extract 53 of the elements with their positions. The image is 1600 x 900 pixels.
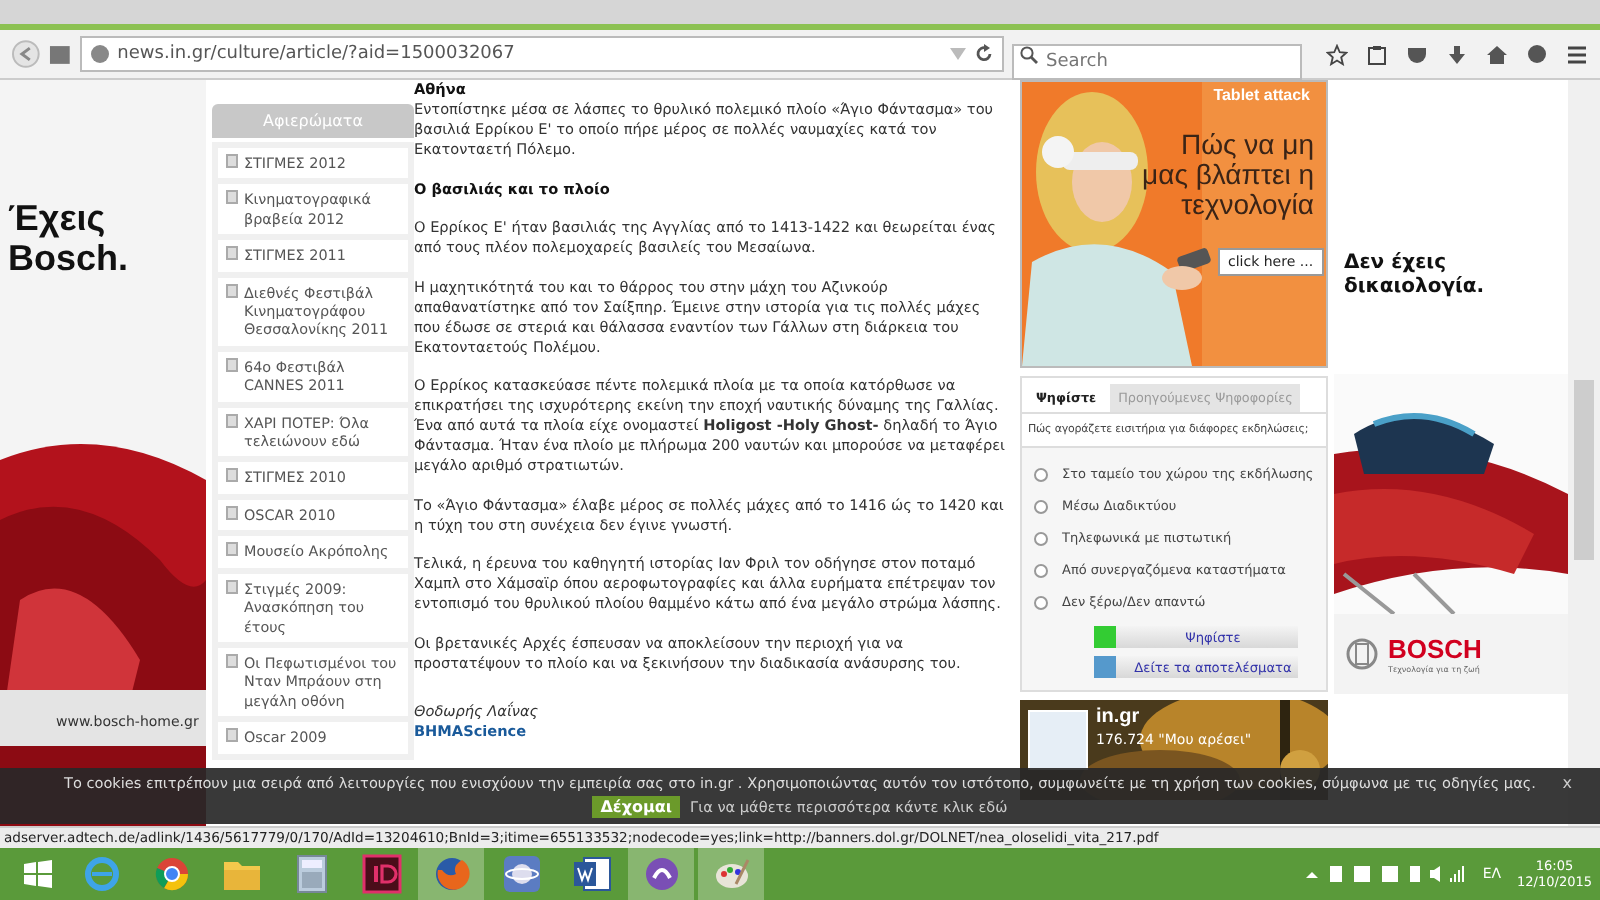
- document-icon: [571, 854, 611, 894]
- browser-icon: [151, 854, 191, 894]
- taskbar-app[interactable]: [418, 848, 484, 900]
- palette-icon: [711, 854, 751, 894]
- download-icon[interactable]: [1446, 43, 1468, 65]
- document-icon: [226, 190, 238, 205]
- document-icon: [226, 728, 238, 743]
- radio-button[interactable]: [1034, 531, 1048, 545]
- document-icon: [226, 246, 238, 261]
- page-logo: [1028, 710, 1088, 770]
- reload-icon[interactable]: [974, 44, 994, 64]
- browser-icon: [81, 854, 121, 894]
- brand-name: BOSCH: [1388, 634, 1482, 664]
- calculator-icon: [295, 854, 327, 894]
- document-icon: [226, 154, 238, 168]
- dropdown-icon[interactable]: [950, 48, 966, 60]
- back-icon[interactable]: [12, 40, 40, 68]
- ad-headline: Δεν έχεις δικαιολογία.: [1342, 250, 1487, 302]
- document-icon: [226, 505, 238, 520]
- address-bar[interactable]: news.in.gr/culture/article/?aid=1500032067: [79, 36, 1004, 72]
- tray-icons-drawing[interactable]: [1306, 864, 1467, 884]
- page-name[interactable]: in.gr: [1096, 706, 1140, 728]
- document-icon: [226, 542, 238, 557]
- document-icon: [226, 653, 238, 668]
- star-icon[interactable]: [1326, 43, 1348, 65]
- document-icon: [226, 579, 238, 594]
- brand-logo-icon: [1346, 638, 1378, 670]
- radio-button[interactable]: [1034, 563, 1048, 577]
- document-icon: [226, 468, 238, 483]
- scrollbar[interactable]: [1568, 80, 1600, 826]
- radio-button[interactable]: [1034, 467, 1048, 481]
- windows-start-icon[interactable]: [24, 860, 52, 888]
- url-text: news.in.gr/culture/article/?aid=1500032067: [117, 44, 517, 64]
- ad-headline: Έχεις Bosch.: [8, 200, 131, 280]
- ad-headline: Πώς να μη μας βλάπτει η τεχνολογία: [1140, 130, 1314, 220]
- close-button[interactable]: x: [1562, 774, 1572, 792]
- search-field[interactable]: Search: [1012, 44, 1302, 80]
- menu-icon[interactable]: [1566, 43, 1588, 65]
- taskbar-app[interactable]: [628, 848, 694, 900]
- clipboard-icon[interactable]: [1366, 43, 1388, 65]
- document-icon: [226, 357, 238, 372]
- radio-button[interactable]: [1034, 499, 1048, 513]
- ad-tag: Tablet attack: [1213, 86, 1310, 104]
- planet-icon: [501, 854, 541, 894]
- document-icon: [226, 413, 238, 428]
- browser-icon: [431, 854, 471, 894]
- radio-button[interactable]: [1034, 595, 1048, 609]
- app-icon: [361, 854, 401, 894]
- document-icon: [226, 283, 238, 298]
- pocket-icon[interactable]: [1406, 43, 1428, 65]
- folder-icon: [221, 856, 261, 892]
- torrent-icon: [641, 854, 681, 894]
- home-icon[interactable]: [1486, 43, 1508, 65]
